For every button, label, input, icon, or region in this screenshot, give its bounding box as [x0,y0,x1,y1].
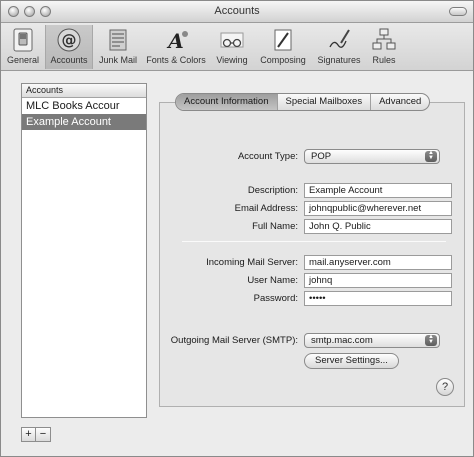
description-label: Description: [247,185,298,196]
account-add-remove-group: + − [21,427,51,442]
toolbar-label-signatures: Signatures [317,55,361,65]
incoming-server-label: Incoming Mail Server: [206,257,298,268]
email-address-field[interactable]: johnqpublic@wherever.net [304,201,452,216]
toolbar-label-composing: Composing [260,55,306,65]
toolbar-label-general: General [6,55,40,65]
account-type-label: Account Type: [237,151,298,162]
password-field[interactable]: ••••• [304,291,452,306]
user-name-field[interactable]: johnq [304,273,452,288]
smtp-server-label: Outgoing Mail Server (SMTP): [170,335,298,346]
toolbar-item-fonts-colors[interactable]: A Fonts & Colors [143,25,209,69]
rules-flowchart-icon [372,28,396,50]
remove-account-button[interactable]: − [36,427,51,442]
account-settings-panel: Account Type: POP ▲ ▼ Description: Exampl… [159,102,465,407]
description-field[interactable]: Example Account [304,183,452,198]
toolbar-label-accounts: Accounts [50,55,88,65]
full-name-label: Full Name: [252,221,298,232]
section-divider [182,241,446,242]
accounts-list[interactable]: Accounts MLC Books Accour Example Accoun… [21,83,147,418]
glasses-icon [220,32,244,48]
signature-pen-icon [329,29,350,48]
toolbar-label-rules: Rules [372,55,396,65]
email-address-label: Email Address: [234,203,298,214]
toolbar-item-accounts[interactable]: @ Accounts [45,25,93,69]
account-type-value: POP [311,151,332,162]
account-tabs: Account Information Special Mailboxes Ad… [175,93,431,111]
toolbar-item-viewing[interactable]: Viewing [211,25,253,69]
svg-text:@: @ [62,31,77,49]
toolbar-toggle-button[interactable] [449,7,467,16]
preferences-toolbar: General @ Accounts Junk Mail A Fonts & C… [1,23,473,71]
help-button[interactable]: ? [436,378,454,396]
general-switch-icon [13,28,33,52]
toolbar-item-composing[interactable]: Composing [255,25,311,69]
toolbar-item-general[interactable]: General [3,25,43,69]
account-list-item-selected[interactable]: Example Account [22,114,146,130]
window-title: Accounts [214,5,260,17]
popup-arrows-icon: ▲ ▼ [425,334,437,346]
toolbar-label-viewing: Viewing [216,55,248,65]
tab-special-mailboxes[interactable]: Special Mailboxes [278,94,372,110]
user-name-label: User Name: [247,275,298,286]
accounts-list-header: Accounts [22,84,146,98]
pencil-pad-icon [274,29,292,51]
title-bar: Accounts [1,1,473,23]
account-list-item[interactable]: MLC Books Accour [22,98,146,114]
tab-advanced[interactable]: Advanced [371,94,429,110]
add-account-button[interactable]: + [21,427,36,442]
toolbar-item-rules[interactable]: Rules [367,25,401,69]
smtp-server-popup[interactable]: smtp.mac.com ▲ ▼ [304,333,440,348]
password-label: Password: [253,293,298,304]
toolbar-label-junk-mail: Junk Mail [98,55,137,65]
tab-account-information[interactable]: Account Information [176,94,278,110]
incoming-server-field[interactable]: mail.anyserver.com [304,255,452,270]
at-sign-icon: @ [57,28,81,52]
full-name-field[interactable]: John Q. Public [304,219,452,234]
toolbar-item-junk-mail[interactable]: Junk Mail [95,25,141,69]
smtp-server-value: smtp.mac.com [311,335,373,346]
svg-text:A: A [166,29,184,53]
junk-mail-icon [109,29,127,51]
toolbar-label-fonts-colors: Fonts & Colors [146,55,206,65]
account-type-popup[interactable]: POP ▲ ▼ [304,149,440,164]
server-settings-button[interactable]: Server Settings... [304,353,399,369]
popup-arrows-icon: ▲ ▼ [425,150,437,162]
preferences-window: Accounts General @ Accounts Junk Mail A … [0,0,474,457]
toolbar-item-signatures[interactable]: Signatures [313,25,365,69]
fonts-colors-icon: A [166,29,188,53]
